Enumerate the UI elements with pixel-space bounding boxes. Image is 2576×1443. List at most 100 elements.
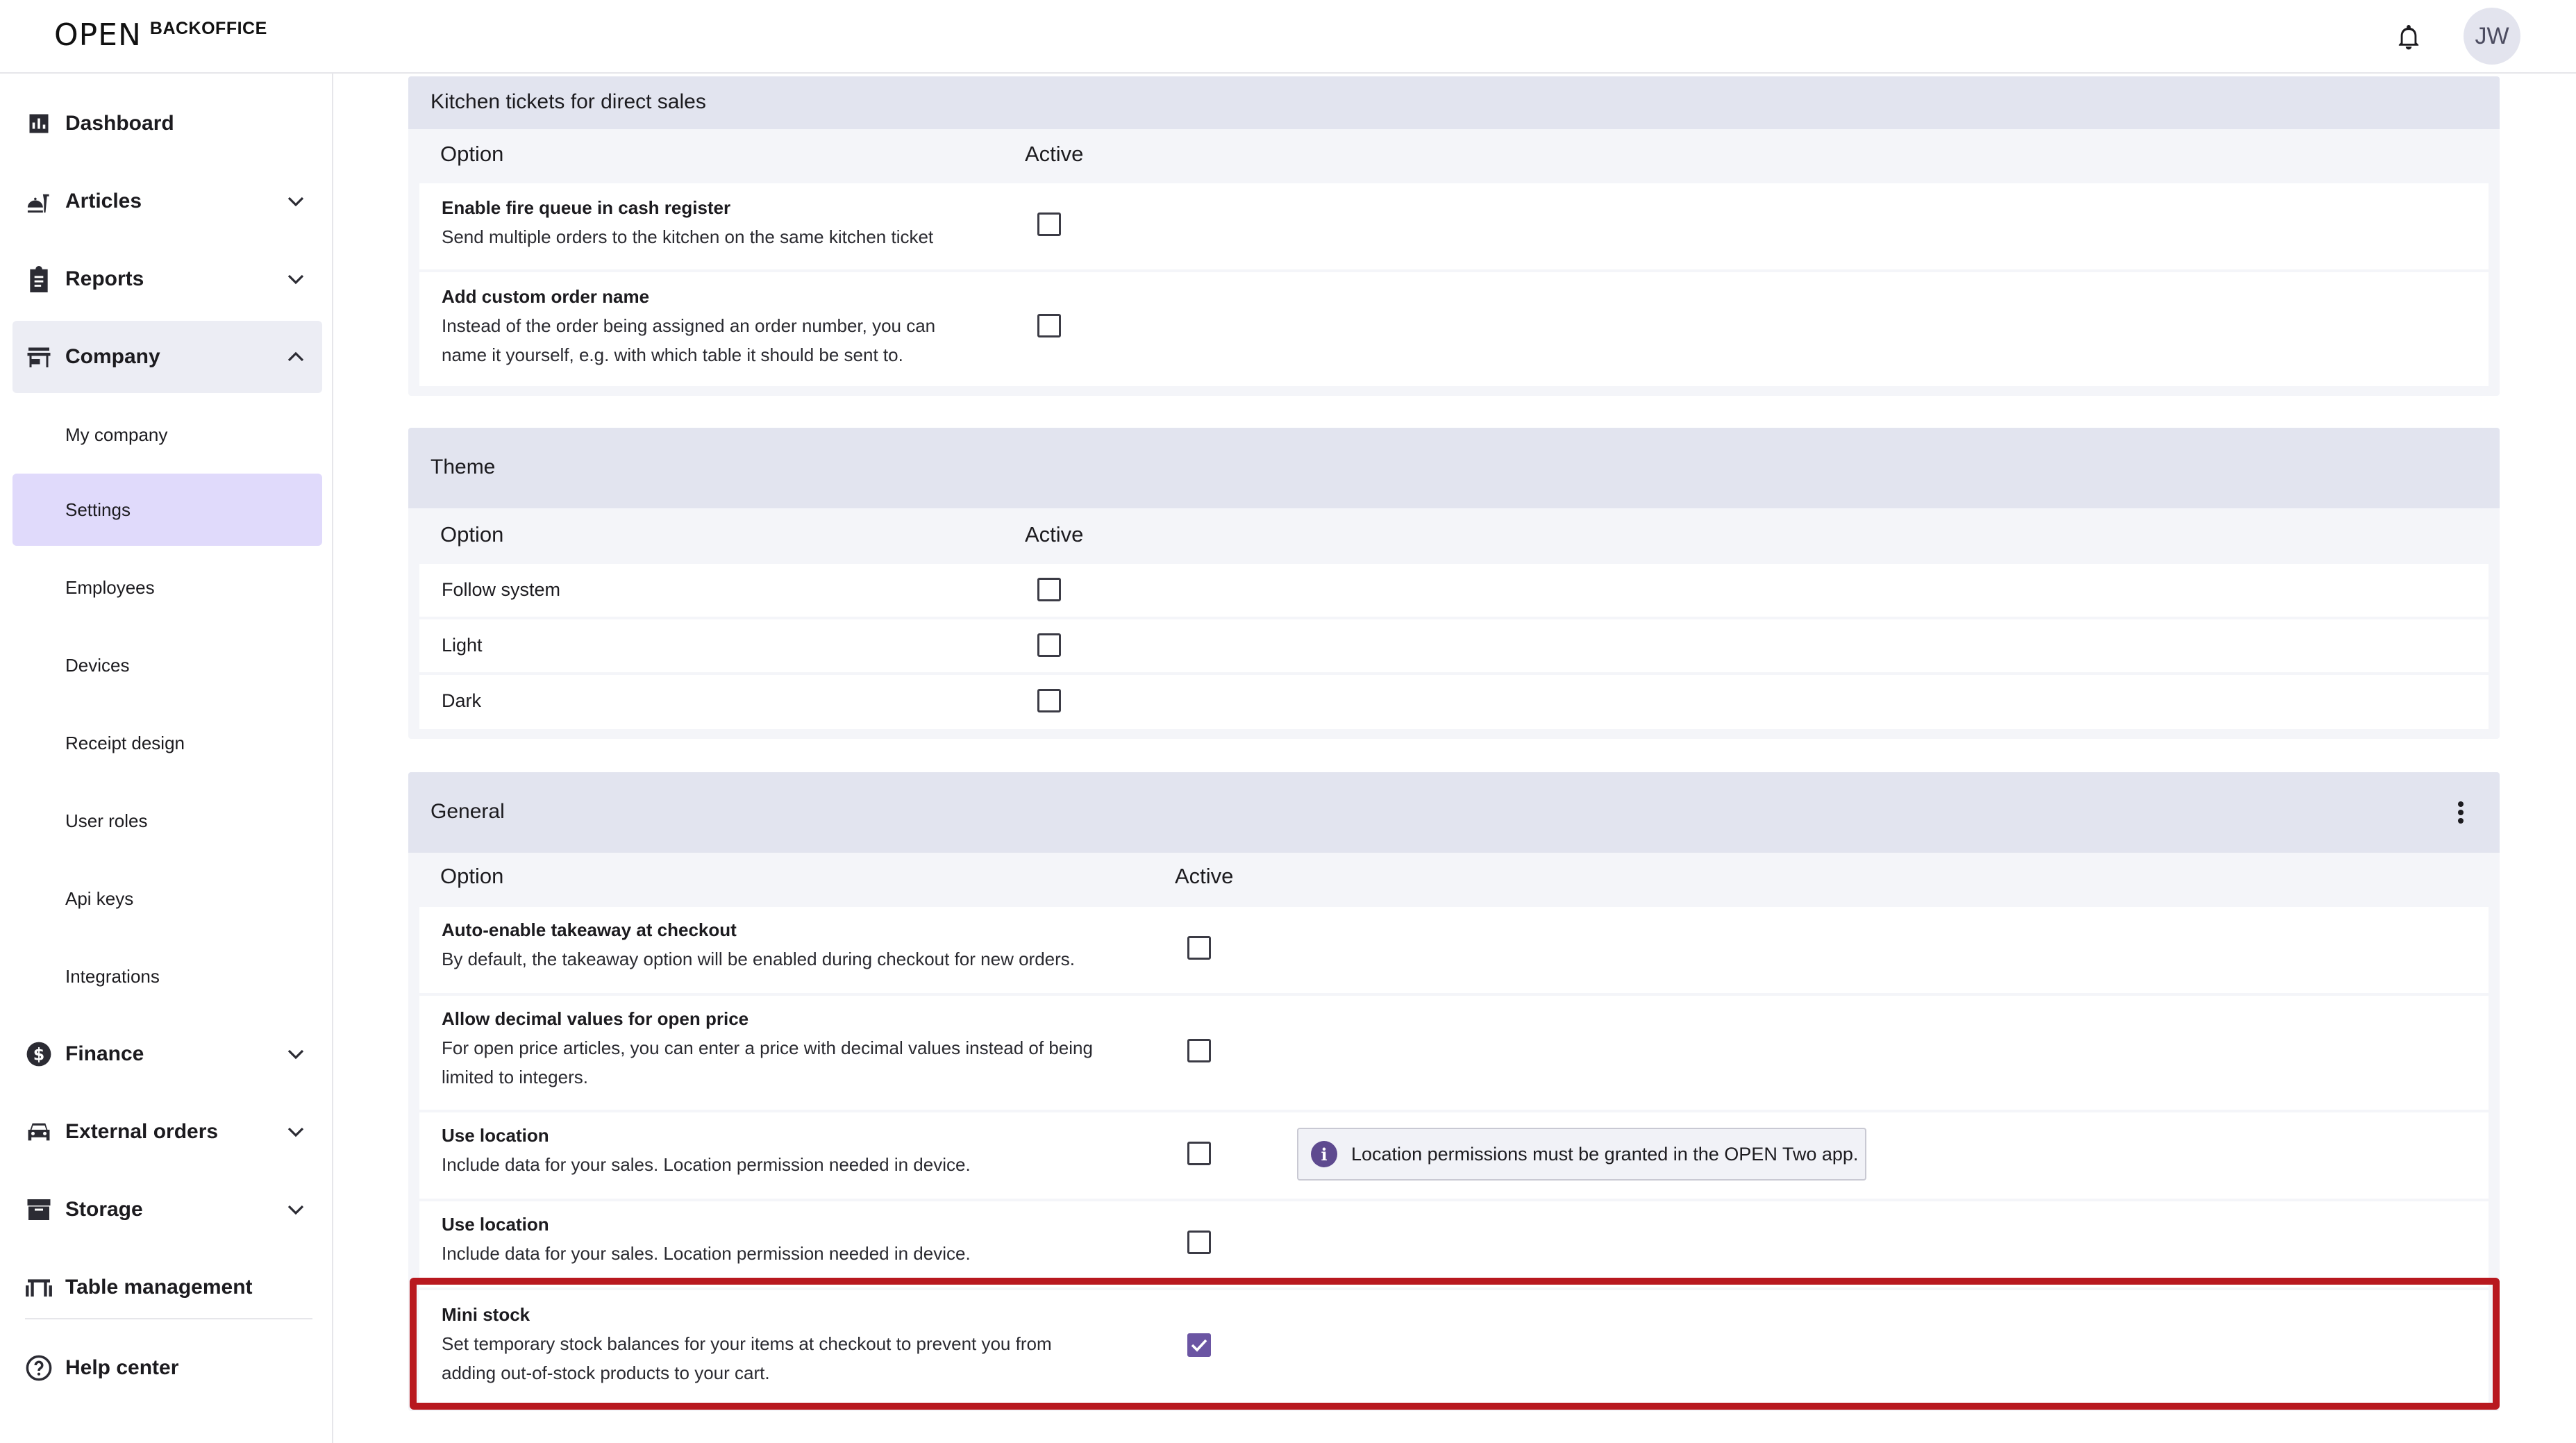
- sidebar-item-label: Dashboard: [65, 112, 174, 135]
- column-header-active: Active: [1025, 142, 1084, 166]
- sidebar-subitem-api-keys[interactable]: Api keys: [12, 862, 322, 935]
- sidebar-item-label: Company: [65, 345, 160, 368]
- table-row: Allow decimal values for open price For …: [419, 996, 2489, 1110]
- car-icon: [25, 1118, 53, 1146]
- chevron-up-icon: [283, 344, 308, 369]
- chevron-down-icon: [283, 1119, 308, 1144]
- column-header-active: Active: [1175, 864, 1234, 888]
- option-checkbox[interactable]: [1037, 633, 1061, 657]
- sidebar-item-label: Help center: [65, 1356, 179, 1379]
- general-section: General Option Active Auto-enable takeaw…: [408, 772, 2500, 1411]
- table-row: Use location Include data for your sales…: [419, 1201, 2489, 1287]
- sidebar-subitem-receipt-design[interactable]: Receipt design: [12, 707, 322, 779]
- sidebar-item-label: External orders: [65, 1120, 219, 1143]
- option-description-line2: adding out-of-stock products to your car…: [442, 1362, 770, 1383]
- option-checkbox[interactable]: [1187, 1142, 1211, 1165]
- logo-mark: OPEN: [54, 17, 142, 53]
- more-vertical-icon[interactable]: [2447, 792, 2475, 833]
- option-description: For open price articles, you can enter a…: [442, 1037, 1093, 1058]
- sidebar-subitem-integrations[interactable]: Integrations: [12, 940, 322, 1012]
- help-icon: [25, 1354, 53, 1382]
- table-row: Enable fire queue in cash register Send …: [419, 183, 2489, 269]
- bell-icon[interactable]: [2393, 21, 2425, 53]
- option-title: Enable fire queue in cash register: [442, 197, 731, 218]
- sidebar-item-label: Finance: [65, 1042, 144, 1065]
- option-description: Include data for your sales. Location pe…: [442, 1243, 971, 1264]
- sidebar-item-dashboard[interactable]: Dashboard: [12, 87, 322, 160]
- sidebar-subitem-label: User roles: [65, 810, 148, 831]
- table-icon: [25, 1274, 53, 1301]
- option-checkbox[interactable]: [1187, 1231, 1211, 1254]
- sidebar-divider: [25, 1318, 312, 1319]
- section-title: General: [430, 800, 505, 823]
- storage-icon: [25, 1196, 53, 1224]
- option-title: Allow decimal values for open price: [442, 1008, 749, 1029]
- sidebar-subitem-label: Employees: [65, 576, 155, 598]
- option-description: Instead of the order being assigned an o…: [442, 315, 936, 336]
- sidebar-item-label: Articles: [65, 190, 142, 212]
- sidebar-subitem-label: Devices: [65, 654, 130, 676]
- option-checkbox[interactable]: [1037, 578, 1061, 601]
- sidebar-item-external-orders[interactable]: External orders: [12, 1096, 322, 1168]
- sidebar-item-finance[interactable]: $ Finance: [12, 1018, 322, 1090]
- sidebar-item-storage[interactable]: Storage: [12, 1174, 322, 1246]
- theme-section: Theme Option Active Follow system Light …: [408, 428, 2500, 739]
- table-row-mini-stock: Mini stock Set temporary stock balances …: [419, 1290, 2489, 1403]
- option-checkbox[interactable]: [1037, 314, 1061, 337]
- section-header: Kitchen tickets for direct sales: [408, 76, 2500, 129]
- sidebar-item-table-management[interactable]: Table management: [12, 1251, 322, 1324]
- option-label: Light: [442, 635, 483, 656]
- sidebar-subitem-label: Receipt design: [65, 732, 185, 753]
- checkmark-icon: [1191, 1339, 1207, 1352]
- kitchen-tickets-section: Kitchen tickets for direct sales Option …: [408, 76, 2500, 396]
- sidebar-subitem-devices[interactable]: Devices: [12, 629, 322, 701]
- option-title: Use location: [442, 1214, 549, 1235]
- sidebar-item-label: Storage: [65, 1198, 143, 1221]
- finance-icon: $: [25, 1040, 53, 1068]
- sidebar-subitem-employees[interactable]: Employees: [12, 551, 322, 624]
- option-title: Use location: [442, 1125, 549, 1146]
- location-info-note: i Location permissions must be granted i…: [1297, 1128, 1866, 1181]
- option-description: By default, the takeaway option will be …: [442, 949, 1075, 969]
- sidebar-subitem-settings[interactable]: Settings: [12, 474, 322, 546]
- sidebar-subitem-label: Integrations: [65, 965, 160, 987]
- info-icon: i: [1311, 1141, 1337, 1167]
- sidebar-subitem-my-company[interactable]: My company: [12, 399, 322, 471]
- sidebar-item-label: Table management: [65, 1276, 253, 1299]
- reports-icon: [25, 265, 53, 293]
- section-title: Theme: [430, 456, 496, 478]
- sidebar-item-help-center[interactable]: Help center: [12, 1332, 322, 1404]
- option-label: Dark: [442, 690, 482, 711]
- column-header-option: Option: [440, 142, 504, 166]
- option-description: Send multiple orders to the kitchen on t…: [442, 226, 934, 247]
- option-checkbox[interactable]: [1037, 689, 1061, 712]
- option-description-line2: name it yourself, e.g. with which table …: [442, 344, 903, 365]
- dashboard-icon: [25, 110, 53, 137]
- avatar[interactable]: JW: [2464, 8, 2520, 65]
- chevron-down-icon: [283, 189, 308, 214]
- option-title: Auto-enable takeaway at checkout: [442, 919, 737, 940]
- column-header-option: Option: [440, 864, 504, 888]
- sidebar-item-label: Reports: [65, 267, 144, 290]
- option-label: Follow system: [442, 579, 561, 600]
- option-description: Include data for your sales. Location pe…: [442, 1154, 971, 1175]
- mini-stock-checkbox[interactable]: [1187, 1333, 1211, 1357]
- option-title: Add custom order name: [442, 286, 650, 307]
- option-checkbox[interactable]: [1037, 212, 1061, 236]
- sidebar-item-articles[interactable]: Articles: [12, 165, 322, 237]
- open-logo[interactable]: OPEN BACKOFFICE: [54, 18, 267, 53]
- table-row: Light: [419, 619, 2489, 672]
- sidebar-subitem-label: Api keys: [65, 887, 134, 909]
- option-checkbox[interactable]: [1187, 1039, 1211, 1062]
- chevron-down-icon: [283, 267, 308, 292]
- articles-icon: [25, 187, 53, 215]
- option-checkbox[interactable]: [1187, 936, 1211, 960]
- section-header: General: [408, 772, 2500, 853]
- table-row: Follow system: [419, 564, 2489, 617]
- sidebar-item-company[interactable]: Company: [12, 321, 322, 393]
- sidebar-subitem-user-roles[interactable]: User roles: [12, 785, 322, 857]
- option-description-line2: limited to integers.: [442, 1067, 588, 1087]
- column-header-option: Option: [440, 522, 504, 547]
- sidebar-item-reports[interactable]: Reports: [12, 243, 322, 315]
- section-title: Kitchen tickets for direct sales: [430, 90, 706, 113]
